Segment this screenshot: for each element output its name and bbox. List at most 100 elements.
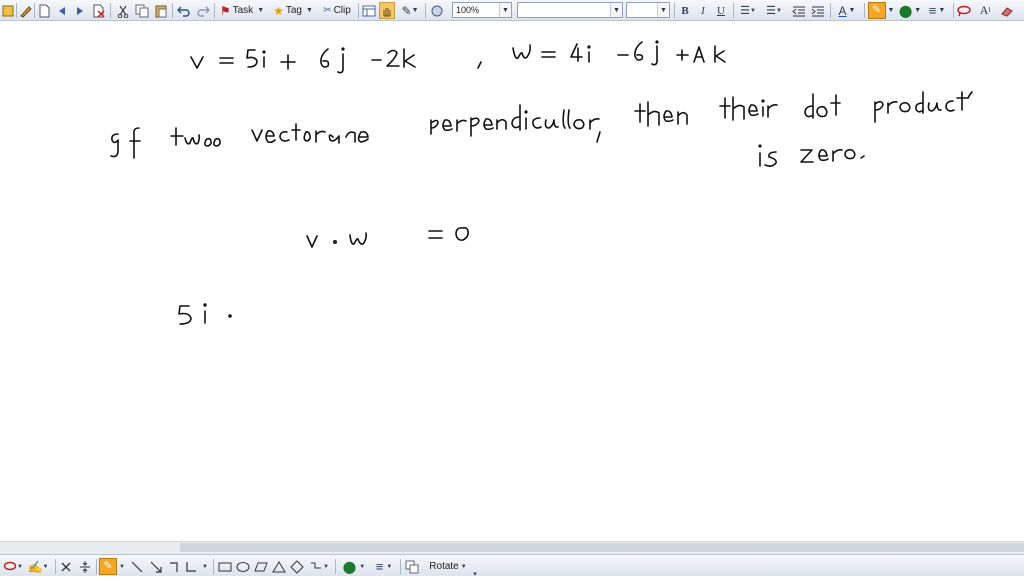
chevron-down-icon: ▼ [610, 3, 622, 17]
font-size-select[interactable]: ▼ [626, 2, 670, 18]
font-color-button[interactable]: A ▼ [834, 2, 860, 19]
chevron-down-icon: ▼ [17, 563, 23, 570]
axes-tool-icon[interactable] [183, 558, 199, 575]
separator [953, 3, 954, 18]
forward-icon[interactable] [72, 2, 88, 19]
bullet-list-icon: ☰ [740, 5, 750, 17]
line-weight-button[interactable]: ≡ ▼ [370, 558, 398, 575]
separator [400, 559, 401, 574]
new-page-icon[interactable] [36, 2, 52, 19]
italic-button[interactable]: I [695, 2, 711, 19]
pencil-icon: ✎ [401, 3, 412, 18]
clip-button-label: Clip [333, 5, 351, 16]
back-icon[interactable] [54, 2, 70, 19]
pen-settings-button[interactable]: ✎ ▼ [397, 2, 423, 19]
connector-tool-icon[interactable] [167, 558, 183, 575]
ellipse-tool-icon[interactable] [235, 558, 251, 575]
paste-icon[interactable] [153, 2, 169, 19]
delete-page-icon[interactable] [91, 2, 107, 19]
flag-icon: ⚑ [219, 3, 231, 18]
highlighter-button[interactable]: ✍ ▼ [25, 558, 51, 575]
note-canvas[interactable] [0, 21, 1024, 541]
toolbar-overflow-icon[interactable]: ▾ [470, 565, 480, 582]
underline-button[interactable]: U [713, 2, 729, 19]
separator [733, 3, 734, 18]
pen-tool-button[interactable]: ✎ ▼ [99, 558, 125, 575]
chevron-down-icon: ▼ [386, 563, 393, 570]
scrollbar-thumb[interactable] [180, 543, 1024, 552]
pen-mode-icon[interactable] [18, 2, 34, 19]
separator [172, 3, 173, 18]
numbered-list-button[interactable]: ☰ ▼ [763, 2, 785, 19]
ink-line-5i [178, 303, 232, 325]
chevron-down-icon: ▼ [657, 3, 669, 17]
zoom-icon[interactable] [429, 2, 445, 19]
rotate-button-label: Rotate [429, 561, 459, 572]
font-name-select[interactable]: ▼ [517, 2, 623, 18]
line-tool-icon[interactable] [129, 558, 145, 575]
redo-icon[interactable] [195, 2, 211, 19]
copy-icon[interactable] [134, 2, 150, 19]
increase-indent-icon[interactable] [810, 2, 826, 19]
task-button[interactable]: ⚑ Task ▼ [218, 2, 266, 19]
horizontal-scrollbar[interactable] [0, 541, 1024, 554]
duplicate-icon[interactable] [404, 558, 420, 575]
ink-line-v-vector [190, 47, 416, 74]
highlight-color-button[interactable]: ⬤ ▼ [898, 2, 922, 19]
line-weight-icon: ≡ [375, 559, 384, 574]
separator [864, 3, 865, 18]
rotate-button[interactable]: Rotate ▼ [425, 558, 471, 575]
zoom-select[interactable]: 100% ▼ [452, 2, 512, 18]
chevron-down-icon[interactable]: ▼ [199, 558, 211, 575]
separator [16, 3, 17, 18]
separator [358, 3, 359, 18]
pen-icon: ✎ [99, 558, 118, 575]
undo-icon[interactable] [176, 2, 192, 19]
bullet-list-button[interactable]: ☰ ▼ [737, 2, 759, 19]
clip-icon: ✂ [323, 5, 332, 16]
drawing-toolbar: ▼ ✍ ▼ ✎ ▼ ▼ ▼ ⬤ ▼ ≡ ▼ Rotate ▼ ▾ [0, 554, 1024, 578]
separator [214, 3, 215, 18]
line-style-icon: ≡ [928, 3, 937, 18]
tag-button-label: Tag [285, 5, 302, 16]
layout-icon[interactable] [361, 2, 377, 19]
chevron-down-icon: ▼ [460, 563, 467, 570]
rectangle-tool-icon[interactable] [217, 558, 233, 575]
bold-button[interactable]: B [677, 2, 693, 19]
panel-toggle-icon[interactable] [0, 2, 16, 19]
handwriting-ink [110, 40, 973, 325]
tag-button[interactable]: ★ Tag ▼ [270, 2, 316, 19]
insert-space-icon[interactable] [77, 558, 93, 575]
chevron-down-icon: ▼ [499, 3, 511, 17]
ink-line-perpendicular-sentence [110, 91, 973, 159]
lasso-icon[interactable] [956, 2, 972, 19]
clip-button[interactable]: ✂ Clip [318, 2, 356, 19]
eraser-icon[interactable] [999, 2, 1015, 19]
separator [55, 559, 56, 574]
chevron-down-icon: ▼ [914, 7, 922, 14]
lasso-icon [3, 561, 17, 570]
pan-hand-icon[interactable] [379, 2, 395, 19]
ink-line-is-zero [758, 144, 865, 167]
decrease-indent-icon[interactable] [791, 2, 807, 19]
fill-color-button[interactable]: ⬤ ▼ [340, 558, 368, 575]
arrow-tool-icon[interactable] [148, 558, 164, 575]
triangle-tool-icon[interactable] [271, 558, 287, 575]
text-tool-icon: I [988, 7, 991, 14]
parallelogram-tool-icon[interactable] [253, 558, 269, 575]
chevron-down-icon: ▼ [411, 7, 419, 14]
chevron-down-icon: ▼ [257, 7, 265, 14]
diamond-tool-icon[interactable] [289, 558, 305, 575]
chevron-down-icon: ▼ [938, 7, 946, 14]
pen-color-button[interactable]: ✎ ▼ [867, 2, 895, 19]
cut-icon[interactable] [115, 2, 131, 19]
text-size-button[interactable]: AI [975, 2, 995, 19]
delete-selection-icon[interactable] [58, 558, 74, 575]
freeform-shape-icon [311, 562, 322, 568]
separator [34, 3, 35, 18]
shape-more-button[interactable]: ▼ [307, 558, 331, 575]
task-button-label: Task [232, 5, 254, 16]
lasso-select-button[interactable]: ▼ [2, 558, 24, 575]
separator [674, 3, 675, 18]
line-style-button[interactable]: ≡ ▼ [924, 2, 950, 19]
